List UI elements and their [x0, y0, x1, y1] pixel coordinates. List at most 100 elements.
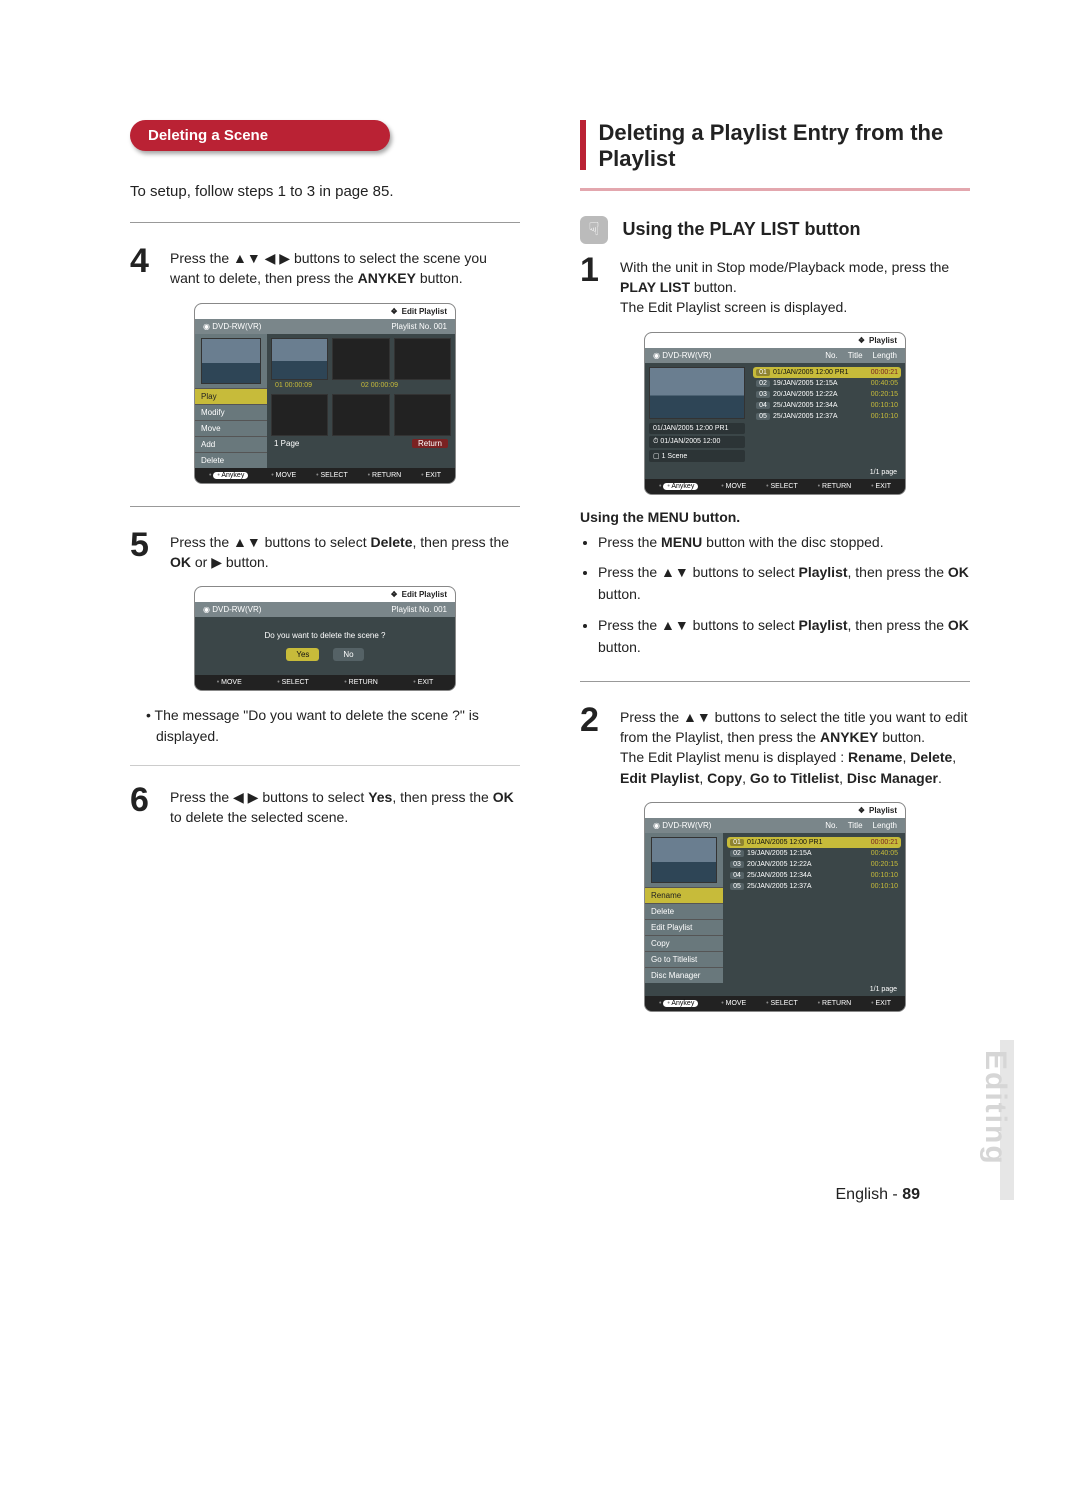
disc-label: DVD-RW(VR)	[662, 821, 711, 830]
menu-modify[interactable]: Modify	[195, 404, 267, 420]
col-no: No.	[825, 351, 837, 360]
foot-return: RETURN	[368, 472, 402, 479]
heading-rule	[580, 188, 970, 191]
hand-icon: ☟	[580, 216, 608, 244]
right-column: Deleting a Playlist Entry from the Playl…	[580, 120, 970, 1026]
sub-heading-row: ☟ Using the PLAY LIST button	[580, 216, 970, 244]
step-text: Press the ▲▼ buttons to select Delete, t…	[170, 529, 520, 573]
section-pill: Deleting a Scene	[130, 120, 390, 151]
table-row[interactable]: 0320/JAN/2005 12:22A00:20:15	[753, 389, 901, 400]
t-bold: PLAY LIST	[620, 279, 690, 295]
menu-delete[interactable]: Delete	[645, 903, 723, 919]
yes-button[interactable]: Yes	[286, 648, 319, 661]
scene-thumb[interactable]	[271, 338, 328, 380]
screenshot-playlist: ❖Playlist ◉ DVD-RW(VR) No.TitleLength 01…	[580, 332, 970, 495]
t-bold: OK	[493, 789, 514, 805]
page-body: Deleting a Scene To setup, follow steps …	[0, 0, 1080, 1086]
divider	[130, 222, 520, 223]
mini-title: Playlist	[869, 806, 897, 815]
scene-thumb[interactable]	[332, 394, 389, 436]
list-item: Press the MENU button with the disc stop…	[598, 531, 970, 553]
scene-thumb[interactable]	[271, 394, 328, 436]
foot-return: RETURN	[344, 679, 378, 686]
no-button[interactable]: No	[333, 648, 363, 661]
divider	[130, 506, 520, 507]
table-row[interactable]: 0320/JAN/2005 12:22A00:20:15	[727, 859, 901, 870]
col-no: No.	[825, 821, 837, 830]
split-time: 00:00:09	[285, 382, 312, 389]
list-item: Press the ▲▼ buttons to select Playlist,…	[598, 561, 970, 606]
col-length: Length	[873, 351, 897, 360]
section-heading: Deleting a Playlist Entry from the Playl…	[598, 120, 948, 173]
t: button.	[690, 279, 737, 295]
foot-select: SELECT	[766, 1000, 798, 1007]
step-number: 5	[130, 529, 160, 573]
menu-add[interactable]: Add	[195, 436, 267, 452]
sub-heading: Using the PLAY LIST button	[622, 219, 860, 240]
t: With the unit in Stop mode/Playback mode…	[620, 259, 949, 275]
scene-thumb[interactable]	[332, 338, 389, 380]
footer-lang: English	[836, 1186, 888, 1203]
menu-move[interactable]: Move	[195, 420, 267, 436]
foot-exit: EXIT	[871, 1000, 891, 1007]
divider	[130, 765, 520, 766]
anykey-pill: Anykey	[663, 483, 698, 490]
menu-play[interactable]: Play	[195, 388, 267, 404]
divider	[580, 681, 970, 682]
t: to delete the selected scene.	[170, 809, 348, 825]
table-row[interactable]: 0425/JAN/2005 12:34A00:10:10	[753, 400, 901, 411]
scene-thumb[interactable]	[394, 394, 451, 436]
col-title: Title	[848, 821, 863, 830]
scene-thumb[interactable]	[394, 338, 451, 380]
screenshot-delete-confirm: ❖Edit Playlist ◉ DVD-RW(VR)Playlist No. …	[130, 586, 520, 691]
t: , then press the	[392, 789, 492, 805]
screenshot-edit-playlist: ❖Edit Playlist ◉ DVD-RW(VR)Playlist No. …	[130, 303, 520, 484]
table-row[interactable]: 0525/JAN/2005 12:37A00:10:10	[753, 411, 901, 422]
step-1: 1 With the unit in Stop mode/Playback mo…	[580, 254, 970, 318]
table-row[interactable]: 0525/JAN/2005 12:37A00:10:10	[727, 881, 901, 892]
foot-select: SELECT	[316, 472, 348, 479]
mini-title: Edit Playlist	[402, 307, 447, 316]
table-row[interactable]: 0425/JAN/2005 12:34A00:10:10	[727, 870, 901, 881]
note-text: • The message "Do you want to delete the…	[146, 705, 520, 747]
table-row[interactable]: 0219/JAN/2005 12:15A00:40:05	[727, 848, 901, 859]
table-row[interactable]: 0101/JAN/2005 12:00 PR100:00:21	[727, 837, 901, 848]
t-bold: ANYKEY	[358, 270, 416, 286]
menu-disc-manager[interactable]: Disc Manager	[645, 967, 723, 983]
foot-exit: EXIT	[413, 679, 433, 686]
step-2: 2 Press the ▲▼ buttons to select the tit…	[580, 704, 970, 788]
meta: ▢ 1 Scene	[649, 450, 745, 462]
heading-row: Deleting a Playlist Entry from the Playl…	[580, 120, 970, 173]
menu-edit-playlist[interactable]: Edit Playlist	[645, 919, 723, 935]
heading-bar	[580, 120, 586, 170]
step-4: 4 Press the ▲▼ ◀ ▶ buttons to select the…	[130, 245, 520, 289]
menu-copy[interactable]: Copy	[645, 935, 723, 951]
t: , then press the	[413, 534, 510, 550]
step-number: 6	[130, 784, 160, 828]
step-6: 6 Press the ◀ ▶ buttons to select Yes, t…	[130, 784, 520, 828]
thumb	[649, 367, 745, 419]
t: Press the ◀ ▶ buttons to select	[170, 789, 368, 805]
page-indicator: 1/1 page	[645, 983, 905, 996]
playlist-no: Playlist No. 001	[391, 605, 447, 614]
table-row[interactable]: 0101/JAN/2005 12:00 PR100:00:21	[753, 367, 901, 378]
page-info: 1 Page	[274, 439, 299, 448]
table-row[interactable]: 0219/JAN/2005 12:15A00:40:05	[753, 378, 901, 389]
foot-return: RETURN	[818, 483, 852, 490]
thumb	[201, 338, 261, 384]
foot-move: MOVE	[271, 472, 296, 479]
foot-return: RETURN	[818, 1000, 852, 1007]
menu-rename[interactable]: Rename	[645, 887, 723, 903]
t: button.	[416, 270, 463, 286]
screenshot-playlist-menu: ❖Playlist ◉ DVD-RW(VR) No.TitleLength Re…	[580, 802, 970, 1012]
foot-exit: EXIT	[871, 483, 891, 490]
menu-delete[interactable]: Delete	[195, 452, 267, 468]
step-text: Press the ◀ ▶ buttons to select Yes, the…	[170, 784, 520, 828]
t-bold: OK	[170, 554, 191, 570]
return-pill[interactable]: Return	[412, 439, 448, 448]
menu-go-titlelist[interactable]: Go to Titlelist	[645, 951, 723, 967]
col-length: Length	[873, 821, 897, 830]
t-bold: Delete	[370, 534, 412, 550]
lead-text: To setup, follow steps 1 to 3 in page 85…	[130, 183, 520, 200]
thumb	[651, 837, 717, 883]
